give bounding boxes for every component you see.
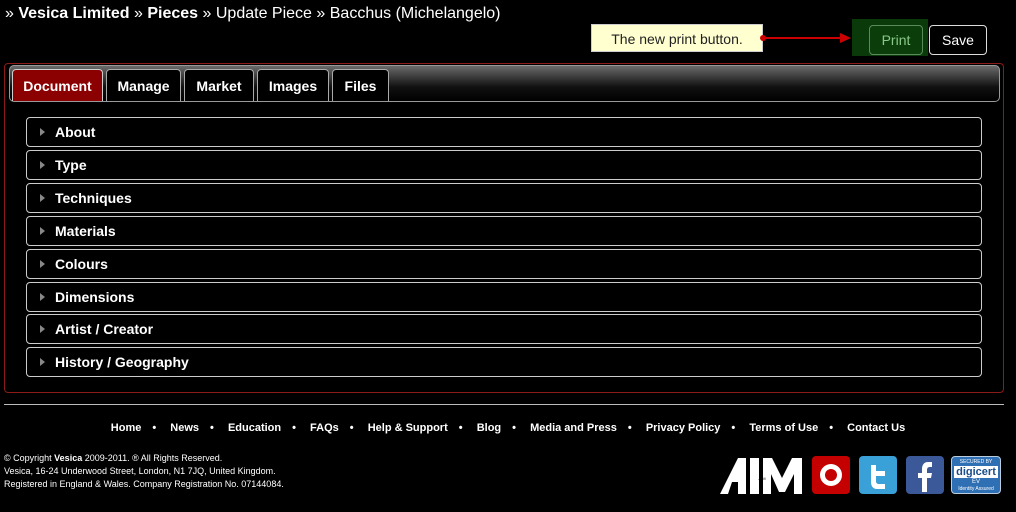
ethical-badge[interactable] [812, 456, 850, 494]
red-arrow-icon [760, 33, 851, 43]
footer-divider [4, 404, 1004, 405]
sun-icon [820, 464, 842, 486]
save-button[interactable]: Save [929, 25, 987, 55]
caret-right-icon [40, 293, 45, 301]
print-tooltip: The new print button. [591, 24, 763, 52]
section-artist-creator[interactable]: Artist / Creator [26, 314, 982, 344]
breadcrumb-org[interactable]: Vesica Limited [18, 5, 129, 22]
legal-text: © Copyright Vesica 2009-2011. ® All Righ… [4, 452, 284, 491]
aim-logo[interactable]: AIM [720, 456, 804, 494]
caret-right-icon [40, 325, 45, 333]
facebook-link[interactable] [906, 456, 944, 494]
section-colours[interactable]: Colours [26, 249, 982, 279]
caret-right-icon [40, 128, 45, 136]
tab-manage[interactable]: Manage [106, 69, 181, 101]
caret-right-icon [40, 194, 45, 202]
section-type[interactable]: Type [26, 150, 982, 180]
address-line: Vesica, 16-24 Underwood Street, London, … [4, 466, 276, 476]
twitter-link[interactable] [859, 456, 897, 494]
section-dimensions[interactable]: Dimensions [26, 282, 982, 312]
breadcrumb-section[interactable]: Pieces [147, 5, 198, 22]
breadcrumb-item: Bacchus (Michelangelo) [329, 5, 501, 22]
caret-right-icon [40, 227, 45, 235]
caret-right-icon [40, 358, 45, 366]
section-about[interactable]: About [26, 117, 982, 147]
section-techniques[interactable]: Techniques [26, 183, 982, 213]
tab-images[interactable]: Images [257, 69, 329, 101]
footer-link-help-support[interactable]: Help & Support [368, 422, 448, 434]
footer-link-blog[interactable]: Blog [477, 422, 501, 434]
registration-line: Registered in England & Wales. Company R… [4, 479, 284, 489]
footer-nav: Home • News • Education • FAQs • Help & Supp… [110, 422, 906, 434]
tab-document[interactable]: Document [12, 69, 103, 101]
caret-right-icon [40, 161, 45, 169]
footer-link-media-press[interactable]: Media and Press [530, 422, 617, 434]
breadcrumb-action: Update Piece [215, 5, 312, 22]
tab-files[interactable]: Files [332, 69, 389, 101]
section-history-geography[interactable]: History / Geography [26, 347, 982, 377]
footer-link-terms[interactable]: Terms of Use [749, 422, 818, 434]
caret-right-icon [40, 260, 45, 268]
twitter-icon [871, 465, 885, 489]
footer-link-privacy[interactable]: Privacy Policy [646, 422, 721, 434]
section-materials[interactable]: Materials [26, 216, 982, 246]
facebook-icon [918, 462, 932, 492]
breadcrumb: » Vesica Limited » Pieces » Update Piece… [5, 5, 501, 22]
footer-link-news[interactable]: News [170, 422, 199, 434]
footer-link-education[interactable]: Education [228, 422, 281, 434]
digicert-seal[interactable]: SECURED BY digicert EV Identity Assured [951, 456, 1001, 494]
footer-link-contact[interactable]: Contact Us [847, 422, 905, 434]
tab-market[interactable]: Market [184, 69, 254, 101]
footer-link-faqs[interactable]: FAQs [310, 422, 339, 434]
print-button[interactable]: Print [869, 25, 923, 55]
footer-link-home[interactable]: Home [111, 422, 142, 434]
copyright-line: © Copyright Vesica 2009-2011. ® All Righ… [4, 453, 223, 463]
svg-text:AIM: AIM [758, 476, 765, 481]
